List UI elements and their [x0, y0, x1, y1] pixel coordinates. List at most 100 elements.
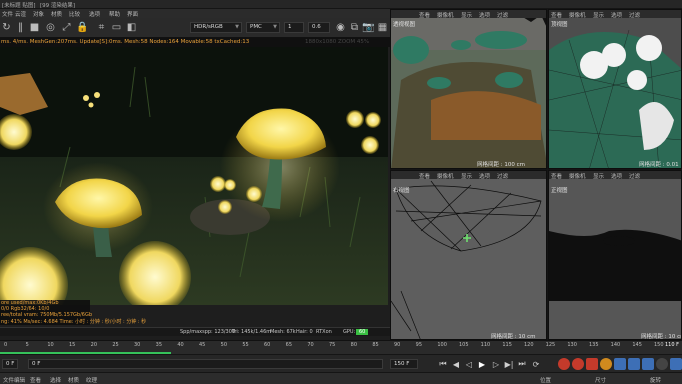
- timeline-tick-label: 60: [264, 342, 271, 348]
- bm-edit[interactable]: 编辑: [14, 376, 25, 384]
- refresh-icon[interactable]: ↻: [0, 21, 13, 34]
- timeline-tick-label: 115: [502, 342, 512, 348]
- color-space-select[interactable]: HDR/sRGB ▼: [190, 22, 242, 33]
- lock-icon[interactable]: 🔒: [76, 21, 89, 34]
- vp4-menu-filter[interactable]: 过滤: [629, 172, 640, 180]
- bm-view[interactable]: 查看: [30, 376, 41, 384]
- vp3-menu-camera[interactable]: 摄像机: [437, 172, 454, 180]
- bm-material[interactable]: 材质: [68, 376, 79, 384]
- target-icon[interactable]: ◎: [44, 21, 57, 34]
- current-frame-field[interactable]: 0 F: [28, 359, 383, 369]
- compare-icon[interactable]: ◧: [125, 21, 138, 34]
- vp4-menu-options[interactable]: 选项: [611, 172, 622, 180]
- timeline-ruler[interactable]: 0 5 10 15 20 25 30 35 40 45 50 55 60 65 70 75 80 85 90 95 10…: [0, 340, 682, 354]
- title-middle: [99 渲染结果]: [40, 3, 76, 9]
- timeline-tick-label: 50: [220, 342, 228, 348]
- render-preview[interactable]: [0, 47, 388, 305]
- stats-line-3: ree/total vram: 750Mb/5.157Gb/6Gb: [1, 312, 93, 319]
- vp3-menu-filter[interactable]: 过滤: [497, 172, 508, 180]
- vp3-title: 右视图: [393, 188, 410, 194]
- param-key-icon[interactable]: [656, 358, 668, 370]
- start-frame-field[interactable]: 0 F: [2, 359, 18, 369]
- bm-texture[interactable]: 纹理: [86, 376, 97, 384]
- viewport-header: 查看 摄像机 显示 选项 过滤: [391, 171, 546, 180]
- vp2-grid-spacing: 网格间距 : 0.01: [639, 162, 679, 168]
- menu-object[interactable]: 对象: [33, 10, 44, 18]
- stop-icon[interactable]: ■: [28, 21, 41, 34]
- next-key-icon[interactable]: ▶|: [503, 358, 515, 370]
- menu-cloud[interactable]: 云渲: [15, 10, 26, 18]
- vp4-menu-camera[interactable]: 摄像机: [569, 172, 586, 180]
- vp1-menu-display[interactable]: 显示: [461, 11, 472, 19]
- vp2-menu-view[interactable]: 查看: [551, 11, 562, 19]
- region-icon[interactable]: ▭: [110, 21, 123, 34]
- key-selection-icon[interactable]: [586, 358, 598, 370]
- timeline-tick-label: 150: [654, 342, 664, 348]
- crop-icon[interactable]: ⌗: [95, 21, 108, 34]
- vp1-title: 透视视图: [393, 22, 416, 28]
- viewport-top[interactable]: 查看 摄像机 显示 选项 过滤 顶视图 网格间距 : 0.01: [548, 9, 682, 169]
- top-scene: [549, 10, 681, 168]
- menu-interface[interactable]: 界面: [127, 10, 138, 18]
- coord-size-header: 尺寸: [595, 378, 607, 384]
- key-move-icon[interactable]: [614, 358, 626, 370]
- key-rotate-icon[interactable]: [642, 358, 654, 370]
- render-status-line: ms. 4/ms. MeshGen:207ms. Update[S]:0ms. …: [0, 38, 390, 47]
- bm-select[interactable]: 选择: [50, 376, 61, 384]
- clone-icon[interactable]: ⧉: [348, 21, 361, 34]
- viewport-front[interactable]: 查看 摄像机 显示 选项 过滤 正视图 网格间距 : 10 cm: [548, 170, 682, 340]
- title-bar: [未标题 贴图] [99 渲染结果]: [0, 0, 682, 9]
- play-icon[interactable]: ▶: [476, 358, 488, 370]
- auto-key-icon[interactable]: [572, 358, 584, 370]
- next-frame-icon[interactable]: ▷: [490, 358, 502, 370]
- pause-icon[interactable]: ‖: [14, 21, 27, 34]
- vp2-menu-options[interactable]: 选项: [611, 11, 622, 19]
- hair-readout: Hair: 0: [296, 329, 313, 335]
- record-icon[interactable]: [558, 358, 570, 370]
- prev-key-icon[interactable]: ◀: [450, 358, 462, 370]
- gpu-label: GPU:: [343, 329, 356, 335]
- camera-snapshot-icon[interactable]: 📷: [362, 21, 375, 34]
- vp2-menu-display[interactable]: 显示: [593, 11, 604, 19]
- vp1-menu-filter[interactable]: 过滤: [497, 11, 508, 19]
- vp1-menu-view[interactable]: 查看: [419, 11, 430, 19]
- go-start-icon[interactable]: ⏮: [437, 358, 449, 370]
- mesh-readout: Mesh: 67k: [270, 329, 296, 335]
- vp1-menu-options[interactable]: 选项: [479, 11, 490, 19]
- vp2-menu-camera[interactable]: 摄像机: [569, 11, 586, 19]
- value-a-input[interactable]: 1: [284, 22, 304, 33]
- vp3-menu-view[interactable]: 查看: [419, 172, 430, 180]
- viewport-right[interactable]: 查看 摄像机 显示 选项 过滤 右视图 网格间距 : 10 cm: [390, 170, 547, 340]
- vp4-menu-view[interactable]: 查看: [551, 172, 562, 180]
- value-b-input[interactable]: 0.6: [308, 22, 330, 33]
- vp1-menu-camera[interactable]: 摄像机: [437, 11, 454, 19]
- loop-icon[interactable]: ⟳: [530, 358, 542, 370]
- menu-compare[interactable]: 比较: [69, 10, 80, 18]
- timeline-tick-label: 70: [307, 342, 314, 348]
- key-scale-icon[interactable]: [628, 358, 640, 370]
- timeline-tick-label: 55: [242, 342, 249, 348]
- mode-select[interactable]: PMC ▼: [246, 22, 280, 33]
- vp2-menu-filter[interactable]: 过滤: [629, 11, 640, 19]
- timeline-tick-label: 45: [199, 342, 206, 348]
- timeline-grid-icon[interactable]: [670, 358, 682, 370]
- vp3-menu-display[interactable]: 显示: [461, 172, 472, 180]
- go-end-icon[interactable]: ⏭: [516, 358, 528, 370]
- camera-icon[interactable]: ◉: [334, 21, 347, 34]
- viewport-perspective[interactable]: 查看 摄像机 显示 选项 过滤 透视视图 网格间距 : 100 cm: [390, 9, 547, 169]
- spp-readout: Spp/maxspp: 123/300: [180, 329, 236, 335]
- end-frame-field[interactable]: 150 F: [390, 359, 418, 369]
- menu-help[interactable]: 帮助: [109, 10, 120, 18]
- menu-file[interactable]: 文件: [2, 10, 13, 18]
- vp3-menu-options[interactable]: 选项: [479, 172, 490, 180]
- menu-options[interactable]: 选项: [89, 10, 100, 18]
- prev-frame-icon[interactable]: ◁: [463, 358, 475, 370]
- grid-icon[interactable]: ▦: [376, 21, 389, 34]
- timeline-tick-label: 95: [415, 342, 423, 348]
- key-position-icon[interactable]: [600, 358, 612, 370]
- viewport-header: 查看 摄像机 显示 选项 过滤: [549, 10, 681, 19]
- expand-icon[interactable]: ⤢: [60, 21, 73, 34]
- menu-material[interactable]: 材质: [51, 10, 62, 18]
- vp4-menu-display[interactable]: 显示: [593, 172, 604, 180]
- bm-file[interactable]: 文件: [3, 376, 14, 384]
